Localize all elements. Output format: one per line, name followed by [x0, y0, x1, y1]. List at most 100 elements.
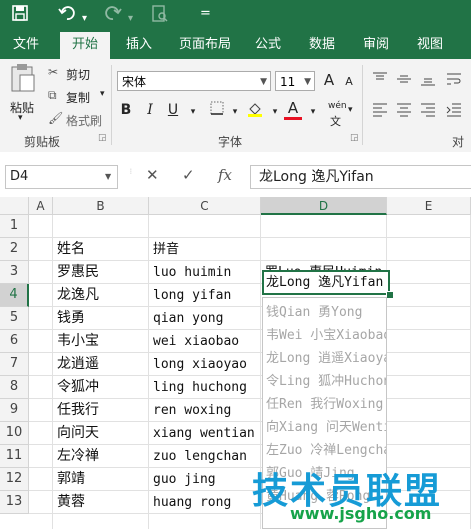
column-header-a[interactable]: A [29, 197, 53, 215]
paste-button[interactable]: 粘贴 ▾ [8, 63, 38, 125]
cell-c9[interactable]: ren woxing [150, 399, 260, 422]
italic-button[interactable]: I [141, 101, 159, 119]
flash-fill-preview-item: 令Ling 狐冲Huchong [266, 374, 387, 389]
save-icon[interactable] [12, 5, 28, 26]
customize-toolbar-icon[interactable]: = [200, 4, 211, 24]
phonetic-dropdown-icon[interactable]: ▾ [348, 105, 353, 115]
cut-button[interactable]: ✂ 剪切 [48, 65, 108, 83]
cell-b1[interactable] [54, 215, 148, 238]
tab-file[interactable]: 文件 [0, 32, 52, 59]
align-bottom-icon[interactable] [420, 71, 436, 91]
paste-dropdown-icon[interactable]: ▾ [18, 113, 23, 123]
row-header-11[interactable]: 11 [0, 445, 29, 468]
cell-b2[interactable]: 姓名 [54, 238, 148, 261]
tab-review[interactable]: 审阅 [354, 32, 398, 59]
row-header-3[interactable]: 3 [0, 261, 29, 284]
print-preview-icon[interactable] [152, 5, 168, 28]
align-top-icon[interactable] [372, 71, 388, 91]
undo-icon[interactable] [58, 5, 76, 26]
tab-data[interactable]: 数据 [300, 32, 344, 59]
cancel-icon[interactable]: ✕ [146, 166, 159, 184]
column-header-c[interactable]: C [149, 197, 261, 215]
fill-color-dropdown-icon[interactable]: ▾ [266, 103, 284, 121]
font-color-button[interactable]: A [284, 99, 302, 117]
row-header-13[interactable]: 13 [0, 491, 29, 514]
bold-button[interactable]: B [117, 101, 135, 119]
cell-c2[interactable]: 拼音 [150, 238, 260, 261]
name-box[interactable]: D4 [5, 165, 118, 189]
grow-font-button[interactable]: A [320, 71, 338, 89]
cell-c8[interactable]: ling huchong [150, 376, 260, 399]
tab-page-layout[interactable]: 页面布局 [172, 32, 238, 59]
tab-home[interactable]: 开始 [60, 32, 110, 59]
cell-b11[interactable]: 左冷禅 [54, 445, 148, 468]
formula-input[interactable]: 龙Long 逸凡Yifan [250, 165, 471, 189]
cell-b4[interactable]: 龙逸凡 [54, 284, 148, 307]
tab-insert[interactable]: 插入 [114, 32, 164, 59]
tab-view[interactable]: 视图 [408, 32, 452, 59]
align-right-icon[interactable] [420, 102, 436, 122]
borders-icon[interactable] [208, 101, 226, 120]
indent-icon[interactable] [446, 102, 462, 122]
row-header-7[interactable]: 7 [0, 353, 29, 376]
underline-dropdown-icon[interactable]: ▾ [184, 103, 202, 121]
row-header-5[interactable]: 5 [0, 307, 29, 330]
cell-c10[interactable]: xiang wentian [150, 422, 260, 445]
underline-button[interactable]: U [164, 101, 182, 119]
cell-b3[interactable]: 罗惠民 [54, 261, 148, 284]
name-box-dropdown-icon[interactable]: ▼ [105, 172, 111, 181]
cell-c5[interactable]: qian yong [150, 307, 260, 330]
cell-c1[interactable] [150, 215, 260, 238]
cell-b6[interactable]: 韦小宝 [54, 330, 148, 353]
cell-c12[interactable]: guo jing [150, 468, 260, 491]
column-header-d[interactable]: D [261, 197, 387, 215]
row-header-2[interactable]: 2 [0, 238, 29, 261]
borders-dropdown-icon[interactable]: ▾ [226, 103, 244, 121]
font-launcher-icon[interactable]: ◲ [350, 133, 359, 143]
cell-c3[interactable]: luo huimin [150, 261, 260, 284]
align-center-icon[interactable] [396, 102, 412, 122]
cell-d4[interactable]: 龙Long 逸凡Yifan [263, 271, 388, 294]
fill-color-icon[interactable] [246, 101, 264, 122]
column-header-b[interactable]: B [53, 197, 149, 215]
cell-b5[interactable]: 钱勇 [54, 307, 148, 330]
phonetic-button[interactable]: wén [328, 101, 347, 111]
row-header-6[interactable]: 6 [0, 330, 29, 353]
row-header-8[interactable]: 8 [0, 376, 29, 399]
row-header-12[interactable]: 12 [0, 468, 29, 491]
cell-b13[interactable]: 黄蓉 [54, 491, 148, 514]
shrink-font-button[interactable]: A [340, 73, 358, 91]
row-header-1[interactable]: 1 [0, 215, 29, 238]
row-header-9[interactable]: 9 [0, 399, 29, 422]
redo-icon[interactable] [104, 5, 122, 26]
font-size-combo[interactable]: 11 ▼ [275, 71, 315, 91]
wrap-text-icon[interactable] [446, 71, 462, 91]
cell-b10[interactable]: 向问天 [54, 422, 148, 445]
align-middle-icon[interactable] [396, 71, 412, 91]
cell-b9[interactable]: 任我行 [54, 399, 148, 422]
align-left-icon[interactable] [372, 102, 388, 122]
cell-b12[interactable]: 郭靖 [54, 468, 148, 491]
cell-c4[interactable]: long yifan [150, 284, 260, 307]
enter-icon[interactable]: ✓ [182, 166, 195, 184]
font-color-dropdown-icon[interactable]: ▾ [304, 103, 322, 121]
column-header-e[interactable]: E [387, 197, 471, 215]
select-all-corner[interactable] [0, 197, 29, 215]
clipboard-launcher-icon[interactable]: ◲ [98, 133, 107, 143]
cell-c13[interactable]: huang rong [150, 491, 260, 514]
cell-c11[interactable]: zuo lengchan [150, 445, 260, 468]
insert-function-icon[interactable]: fx [218, 166, 232, 184]
copy-dropdown-icon[interactable]: ▾ [100, 89, 105, 99]
redo-dropdown-icon[interactable]: ▾ [128, 9, 133, 29]
copy-button[interactable]: ⧉ 复制 ▾ [48, 88, 110, 106]
cell-c7[interactable]: long xiaoyao [150, 353, 260, 376]
tab-formulas[interactable]: 公式 [246, 32, 290, 59]
format-painter-button[interactable]: 🖌 格式刷 [48, 111, 108, 129]
cell-b8[interactable]: 令狐冲 [54, 376, 148, 399]
undo-dropdown-icon[interactable]: ▾ [82, 9, 87, 29]
font-name-combo[interactable]: 宋体 ▼ [117, 71, 271, 91]
cell-b7[interactable]: 龙逍遥 [54, 353, 148, 376]
row-header-4[interactable]: 4 [0, 284, 29, 307]
cell-c6[interactable]: wei xiaobao [150, 330, 260, 353]
row-header-10[interactable]: 10 [0, 422, 29, 445]
